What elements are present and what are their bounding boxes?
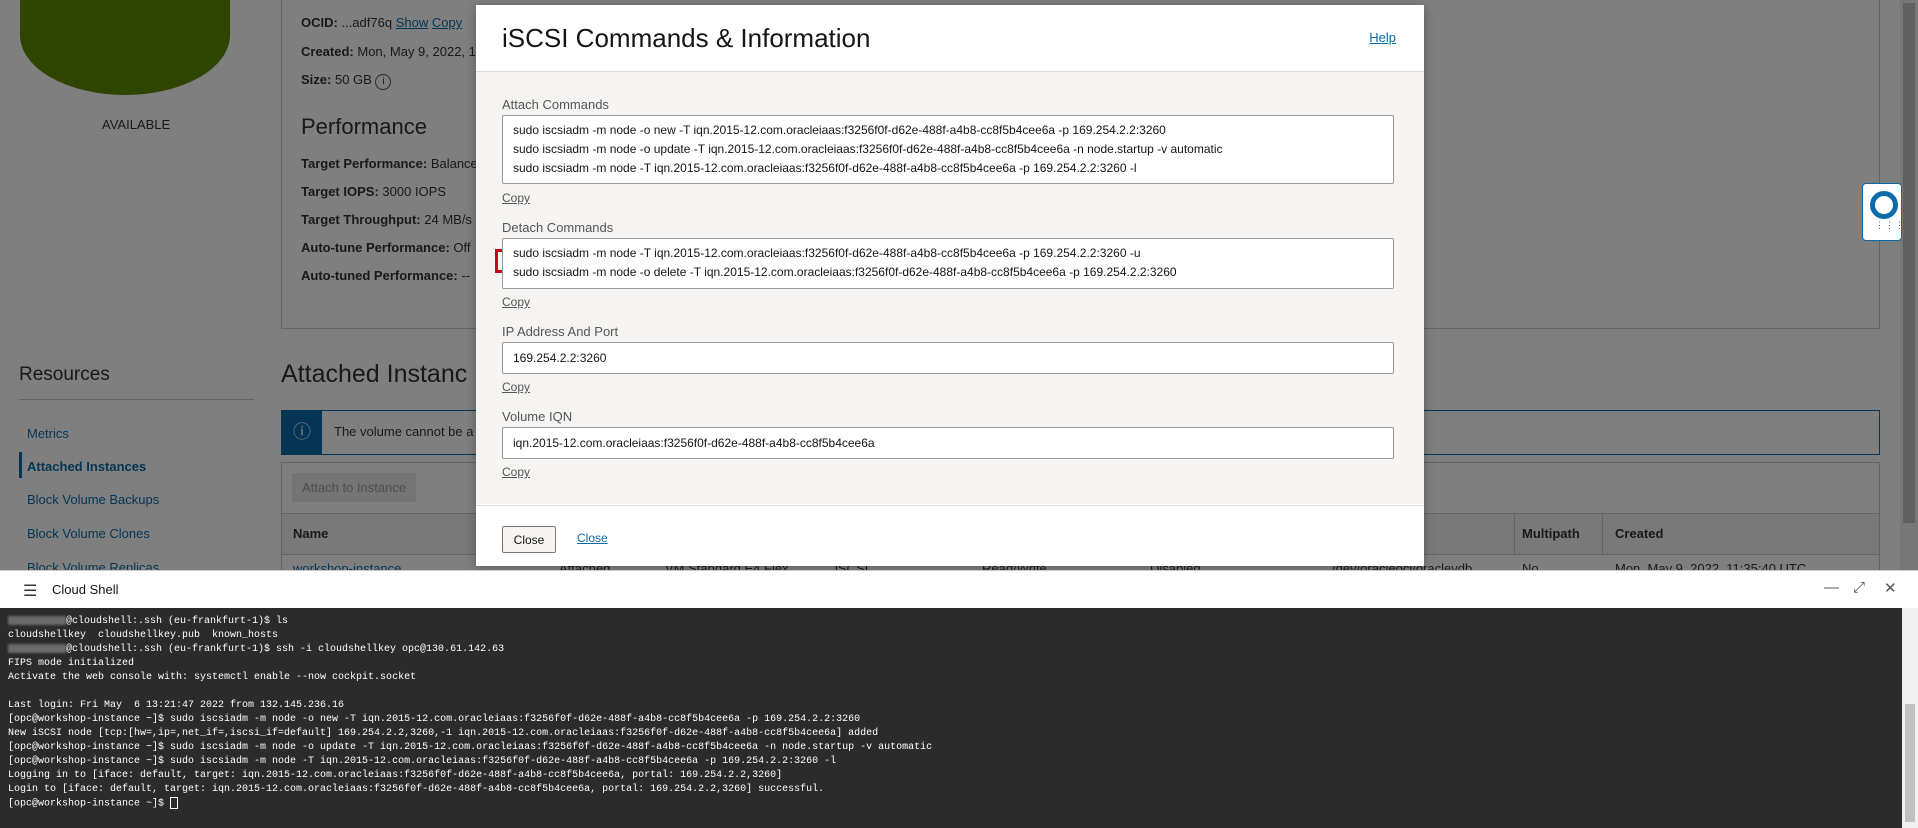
grip-icon: ⋮⋮⋮ <box>1875 220 1905 230</box>
maximize-icon[interactable]: ⤢ <box>1853 579 1865 596</box>
detach-commands-field[interactable]: sudo iscsiadm -m node -T iqn.2015-12.com… <box>502 238 1394 289</box>
redacted-username <box>8 643 66 653</box>
volume-iqn-field[interactable]: iqn.2015-12.com.oracleiaas:f3256f0f-d62e… <box>502 427 1394 459</box>
attach-commands-field[interactable]: sudo iscsiadm -m node -o new -T iqn.2015… <box>502 115 1394 184</box>
terminal-scrollbar-thumb[interactable] <box>1905 704 1915 822</box>
copy-attach-commands-link[interactable]: Copy <box>502 191 530 205</box>
terminal-line: Activate the web console with: systemctl… <box>8 672 417 683</box>
terminal-line: [opc@workshop-instance ~]$ <box>8 797 932 811</box>
terminal-cursor <box>170 797 179 809</box>
detach-command-line: sudo iscsiadm -m node -o delete -T iqn.2… <box>513 265 1177 279</box>
terminal-line: [opc@workshop-instance ~]$ sudo iscsiadm… <box>8 742 933 753</box>
lifebuoy-icon <box>1870 191 1898 219</box>
attach-command-line: sudo iscsiadm -m node -o update -T iqn.2… <box>513 142 1223 156</box>
dialog-header: iSCSI Commands & Information Help <box>476 5 1424 72</box>
terminal-line: @cloudshell:.ssh (eu-frankfurt-1)$ ls <box>8 615 932 629</box>
iscsi-commands-dialog: iSCSI Commands & Information Help Attach… <box>476 5 1424 566</box>
terminal-line: [opc@workshop-instance ~]$ sudo iscsiadm… <box>8 714 861 725</box>
detach-commands-label: Detach Commands <box>502 220 614 235</box>
help-widget[interactable]: ⋮⋮⋮ <box>1862 183 1905 241</box>
detach-command-line: sudo iscsiadm -m node -T iqn.2015-12.com… <box>513 246 1141 260</box>
terminal[interactable]: @cloudshell:.ssh (eu-frankfurt-1)$ ls clo… <box>0 608 1918 828</box>
attach-command-line: sudo iscsiadm -m node -T iqn.2015-12.com… <box>513 161 1137 175</box>
copy-detach-commands-link[interactable]: Copy <box>502 295 530 309</box>
ip-address-field[interactable]: 169.254.2.2:3260 <box>502 342 1394 374</box>
help-link[interactable]: Help <box>1369 30 1396 45</box>
close-icon[interactable]: ✕ <box>1884 579 1897 597</box>
attach-command-line: sudo iscsiadm -m node -o new -T iqn.2015… <box>513 123 1166 137</box>
dialog-footer: Close Close <box>476 505 1424 566</box>
cloud-shell-header: ☰ Cloud Shell — ⤢ ✕ <box>0 570 1918 608</box>
terminal-line: cloudshellkey cloudshellkey.pub known_ho… <box>8 630 279 641</box>
terminal-line: FIPS mode initialized <box>8 658 135 669</box>
volume-iqn-label: Volume IQN <box>502 409 573 424</box>
terminal-line: New iSCSI node [tcp:[hw=,ip=,net_if=,isc… <box>8 728 879 739</box>
terminal-line: Last login: Fri May 6 13:21:47 2022 from… <box>8 700 345 711</box>
close-link[interactable]: Close <box>577 531 608 545</box>
dialog-body: Attach Commands sudo iscsiadm -m node -o… <box>476 72 1424 504</box>
copy-ip-address-link[interactable]: Copy <box>502 380 530 394</box>
terminal-line: [opc@workshop-instance ~]$ sudo iscsiadm… <box>8 756 837 767</box>
close-button[interactable]: Close <box>502 526 556 553</box>
terminal-line: Login to [iface: default, target: iqn.20… <box>8 784 825 795</box>
attach-commands-label: Attach Commands <box>502 97 609 112</box>
redacted-username <box>8 615 66 625</box>
hamburger-icon[interactable]: ☰ <box>23 581 37 601</box>
copy-volume-iqn-link[interactable]: Copy <box>502 465 530 479</box>
minimize-icon[interactable]: — <box>1824 579 1839 596</box>
terminal-line: Logging in to [iface: default, target: i… <box>8 770 783 781</box>
ip-address-label: IP Address And Port <box>502 324 619 339</box>
terminal-output: @cloudshell:.ssh (eu-frankfurt-1)$ ls clo… <box>8 615 932 811</box>
cloud-shell-title: Cloud Shell <box>52 582 119 597</box>
dialog-title: iSCSI Commands & Information <box>502 23 871 53</box>
terminal-line: @cloudshell:.ssh (eu-frankfurt-1)$ ssh -… <box>8 643 932 657</box>
